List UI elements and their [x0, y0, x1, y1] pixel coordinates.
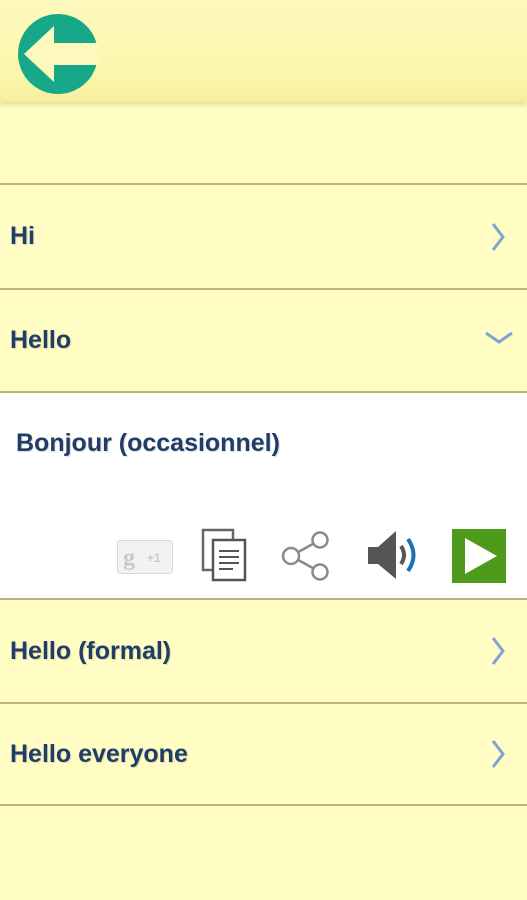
- back-arrow-icon[interactable]: [18, 14, 98, 94]
- phrase-label: Hello: [10, 326, 72, 354]
- top-bar: [0, 0, 527, 102]
- phrase-label: Hello everyone: [10, 739, 188, 768]
- expanded-panel: Bonjour (occasionnel) g +1: [0, 393, 527, 598]
- phrase-row-hi[interactable]: Hi: [0, 185, 527, 288]
- copy-icon[interactable]: [200, 527, 250, 583]
- phrase-label: Hi: [10, 222, 35, 250]
- play-icon[interactable]: [452, 529, 506, 583]
- chevron-right-icon: [491, 223, 505, 251]
- speaker-icon[interactable]: [366, 527, 424, 583]
- chevron-right-icon: [491, 740, 505, 768]
- svg-text:g: g: [123, 545, 135, 571]
- phrase-row-hello-formal[interactable]: Hello (formal): [0, 600, 527, 702]
- divider: [0, 804, 527, 806]
- share-icon[interactable]: [280, 531, 332, 581]
- svg-text:+1: +1: [147, 551, 161, 565]
- chevron-down-icon: [485, 331, 513, 344]
- phrase-row-hello[interactable]: Hello: [0, 290, 527, 391]
- phrase-row-hello-everyone[interactable]: Hello everyone: [0, 704, 527, 804]
- chevron-right-icon: [491, 637, 505, 665]
- phrase-label: Hello (formal): [10, 636, 172, 665]
- google-plus-one-button[interactable]: g +1: [117, 540, 173, 574]
- translation-text: Bonjour (occasionnel): [16, 429, 280, 457]
